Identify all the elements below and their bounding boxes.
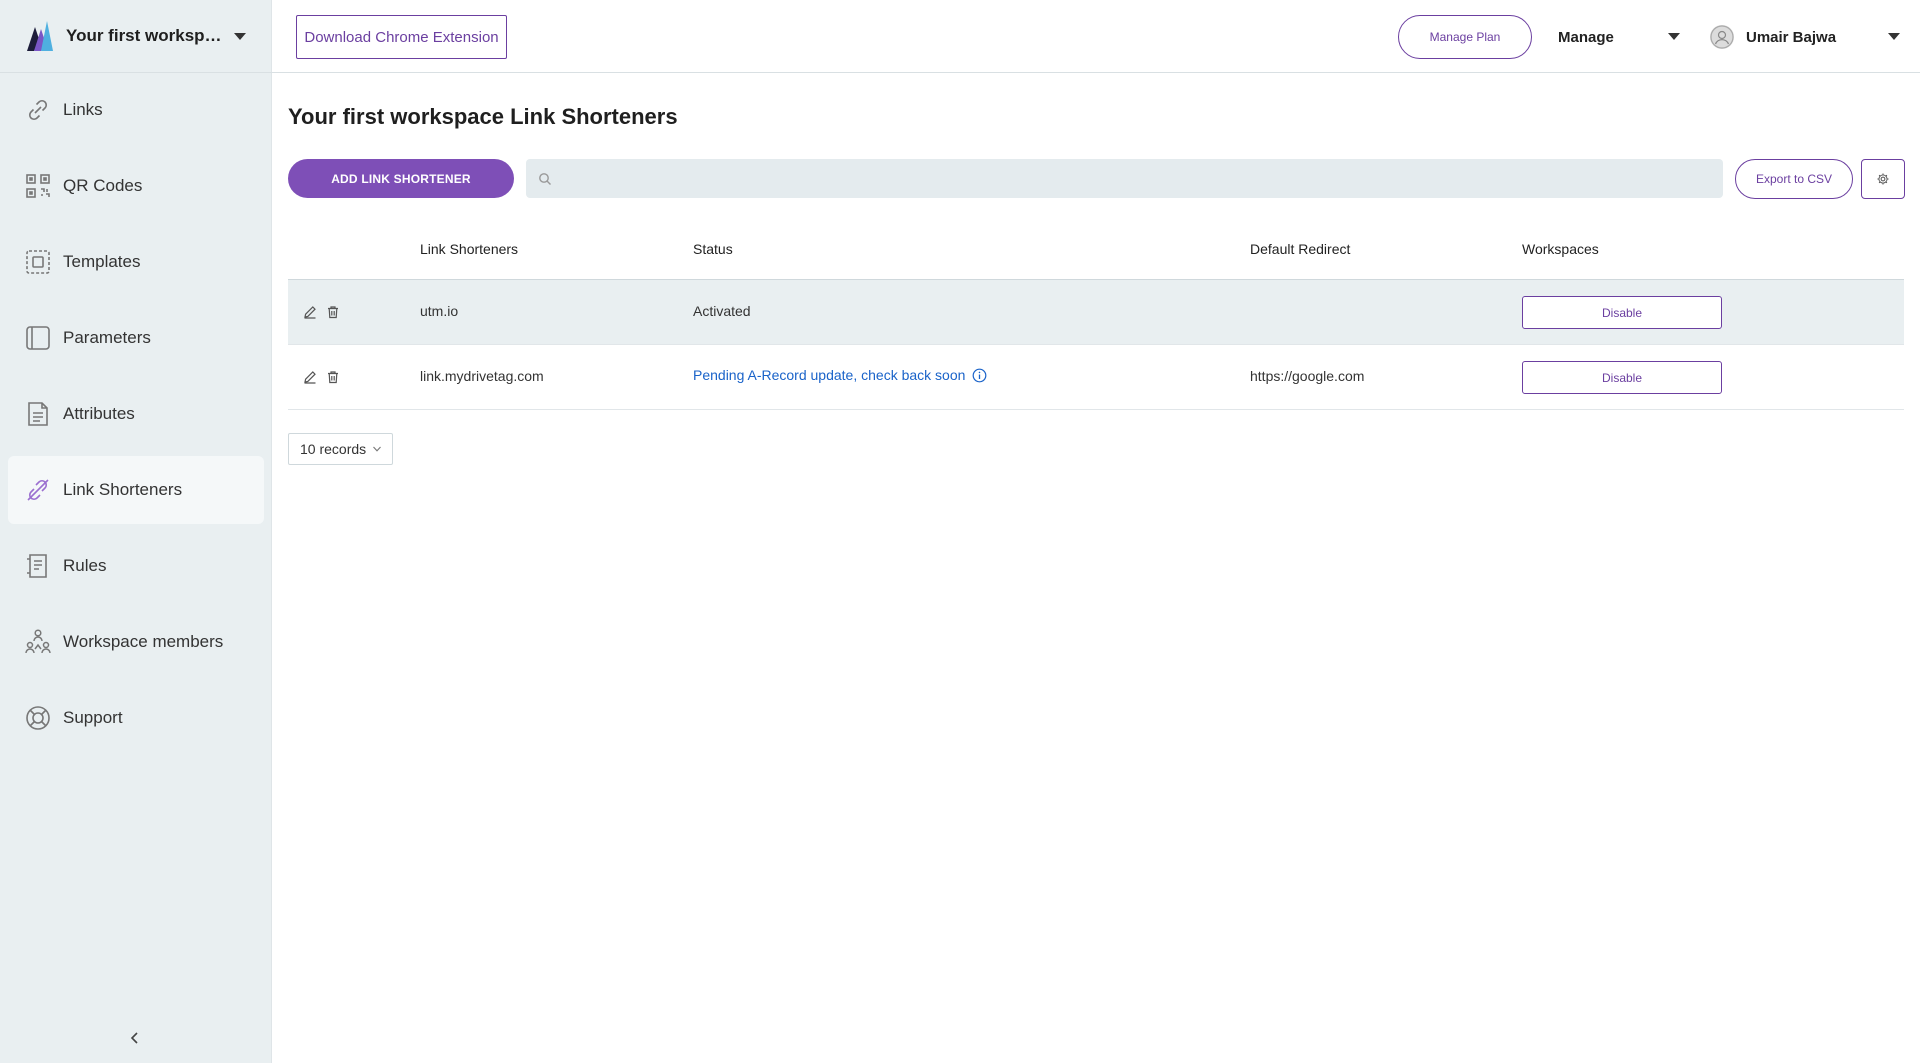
- table-row: link.mydrivetag.com Pending A-Record upd…: [288, 345, 1904, 410]
- download-chrome-extension-button[interactable]: Download Chrome Extension: [296, 15, 507, 59]
- add-link-shortener-button[interactable]: ADD LINK SHORTENER: [288, 159, 514, 198]
- sidebar-item-support[interactable]: Support: [8, 684, 264, 752]
- chevron-down-icon: [1668, 33, 1680, 40]
- search-icon: [539, 172, 551, 185]
- chevron-down-icon: [372, 444, 382, 454]
- rules-icon: [24, 552, 52, 580]
- export-csv-button[interactable]: Export to CSV: [1735, 159, 1853, 199]
- sidebar-item-parameters[interactable]: Parameters: [8, 304, 264, 372]
- manage-dropdown[interactable]: Manage: [1558, 15, 1680, 59]
- user-icon: [1710, 25, 1734, 49]
- sidebar-item-links[interactable]: Links: [8, 76, 264, 144]
- page-title: Your first workspace Link Shorteners: [288, 104, 678, 129]
- members-icon: [24, 628, 52, 656]
- brand-logo-icon: [27, 21, 53, 51]
- template-icon: [24, 248, 52, 276]
- column-header-default-redirect: Default Redirect: [1250, 241, 1351, 257]
- qr-code-icon: [24, 172, 52, 200]
- trash-icon[interactable]: [325, 304, 340, 319]
- records-label: 10 records: [300, 441, 367, 457]
- search-input[interactable]: [558, 159, 1723, 198]
- status-text: Pending A-Record update, check back soon: [693, 367, 966, 383]
- workspace-switcher[interactable]: Your first workspa...: [0, 0, 272, 73]
- sidebar-item-label: Support: [63, 708, 123, 727]
- row-actions: [302, 369, 340, 384]
- column-header-workspaces: Workspaces: [1522, 241, 1599, 257]
- column-header-status: Status: [693, 241, 733, 257]
- sidebar-item-templates[interactable]: Templates: [8, 228, 264, 296]
- status-pending[interactable]: Pending A-Record update, check back soon: [693, 367, 987, 383]
- search-bar: [526, 159, 1723, 198]
- sidebar-item-label: Templates: [63, 252, 141, 271]
- chevron-left-icon: [130, 1032, 138, 1044]
- collapse-sidebar-button[interactable]: [122, 1025, 148, 1051]
- sidebar-item-attributes[interactable]: Attributes: [8, 380, 264, 448]
- disable-button[interactable]: Disable: [1522, 296, 1722, 329]
- user-menu[interactable]: Umair Bajwa: [1710, 15, 1900, 59]
- sidebar-item-qr-codes[interactable]: QR Codes: [8, 152, 264, 220]
- workspace-name: Your first workspa...: [66, 26, 226, 45]
- user-name: Umair Bajwa: [1746, 28, 1837, 46]
- lifebuoy-icon: [24, 704, 52, 732]
- table-settings-button[interactable]: [1861, 159, 1905, 199]
- sidebar-item-label: Links: [63, 100, 103, 119]
- row-actions: [302, 304, 340, 319]
- parameters-icon: [24, 324, 52, 352]
- sidebar-item-link-shorteners[interactable]: Link Shorteners: [8, 456, 264, 524]
- avatar: [1710, 25, 1734, 49]
- sidebar-item-label: Workspace members: [63, 632, 224, 651]
- default-redirect: https://google.com: [1250, 368, 1365, 384]
- edit-icon[interactable]: [302, 369, 317, 384]
- sidebar-item-label: Parameters: [63, 328, 151, 347]
- sidebar-item-label: QR Codes: [63, 176, 143, 195]
- chevron-down-icon: [234, 32, 246, 40]
- sidebar-item-label: Attributes: [63, 404, 135, 423]
- chevron-down-icon: [1888, 33, 1900, 40]
- sidebar-nav: Links QR Codes Templates Parameters Attr…: [8, 76, 264, 760]
- table-header: Link Shorteners Status Default Redirect …: [288, 220, 1904, 280]
- edit-icon[interactable]: [302, 304, 317, 319]
- gear-icon: [1877, 173, 1889, 185]
- disable-button[interactable]: Disable: [1522, 361, 1722, 394]
- status-text: Activated: [693, 303, 751, 319]
- shortener-domain: utm.io: [420, 303, 459, 319]
- sidebar-item-label: Rules: [63, 556, 107, 575]
- column-header-link-shorteners: Link Shorteners: [420, 241, 519, 257]
- sidebar-item-rules[interactable]: Rules: [8, 532, 264, 600]
- link-shorteners-table: Link Shorteners Status Default Redirect …: [288, 220, 1904, 410]
- records-per-page-select[interactable]: 10 records: [288, 433, 393, 465]
- shortener-domain: link.mydrivetag.com: [420, 368, 544, 384]
- document-icon: [24, 400, 52, 428]
- broken-link-icon: [24, 476, 52, 504]
- manage-label: Manage: [1558, 28, 1614, 46]
- info-icon[interactable]: [972, 368, 987, 383]
- sidebar-item-label: Link Shorteners: [63, 480, 183, 499]
- link-icon: [24, 96, 52, 124]
- table-row: utm.io Activated Disable: [288, 280, 1904, 345]
- top-bar: Download Chrome Extension Manage Plan Ma…: [272, 0, 1920, 73]
- trash-icon[interactable]: [325, 369, 340, 384]
- sidebar: Your first workspa... Links QR Codes Tem…: [0, 0, 272, 1063]
- manage-plan-button[interactable]: Manage Plan: [1398, 15, 1532, 59]
- sidebar-item-workspace-members[interactable]: Workspace members: [8, 608, 264, 676]
